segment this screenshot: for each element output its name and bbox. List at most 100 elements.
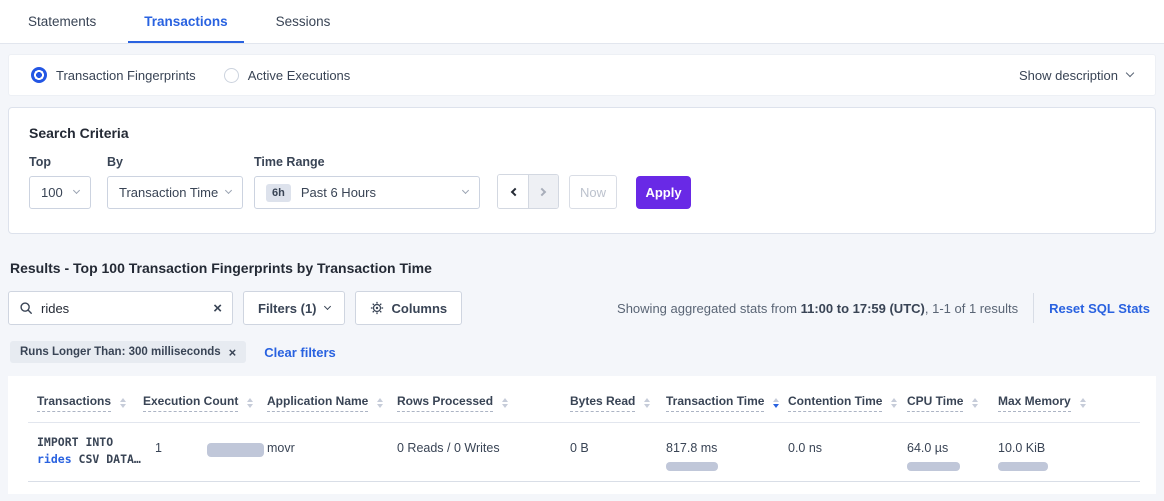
by-select[interactable]: Transaction Time (107, 176, 243, 209)
columns-button[interactable]: Columns (355, 291, 463, 325)
chevron-down-icon (225, 187, 232, 194)
sort-desc-icon (773, 398, 779, 408)
search-criteria-panel: Search Criteria Top 100 By Transaction T… (8, 107, 1156, 234)
sort-icon (502, 398, 508, 408)
column-header-application-name[interactable]: Application Name (267, 394, 397, 412)
chevron-down-icon (323, 302, 330, 309)
show-description-toggle[interactable]: Show description (1019, 68, 1133, 83)
filter-pill-label: Runs Longer Than: 300 milliseconds (20, 346, 221, 358)
time-range-value: Past 6 Hours (301, 185, 376, 200)
applied-filters-row: Runs Longer Than: 300 milliseconds × Cle… (10, 341, 1156, 363)
radio-transaction-fingerprints[interactable]: Transaction Fingerprints (31, 67, 196, 83)
column-header-max-memory[interactable]: Max Memory (998, 394, 1140, 412)
table-header-row: Transactions Execution Count Application… (28, 386, 1140, 423)
time-range-field: Time Range 6h Past 6 Hours (254, 155, 480, 209)
time-range-pager (497, 174, 559, 209)
sort-icon (120, 398, 126, 408)
max-memory-cell: 10.0 KiB (998, 434, 1140, 471)
column-header-contention-time[interactable]: Contention Time (788, 394, 907, 412)
view-mode-bar: Transaction Fingerprints Active Executio… (8, 54, 1156, 96)
column-header-rows-processed[interactable]: Rows Processed (397, 394, 570, 412)
stats-text-suffix: , 1-1 of 1 results (925, 301, 1018, 316)
radio-transaction-fingerprints-label: Transaction Fingerprints (56, 68, 196, 83)
execution-count-value: 1 (155, 441, 162, 455)
column-header-transactions[interactable]: Transactions (28, 394, 143, 412)
tab-sessions[interactable]: Sessions (260, 0, 347, 43)
radio-active-executions-label: Active Executions (248, 68, 351, 83)
clear-filters-link[interactable]: Clear filters (264, 345, 336, 360)
stats-summary: Showing aggregated stats from 11:00 to 1… (617, 293, 1156, 323)
view-mode-radio-group: Transaction Fingerprints Active Executio… (31, 67, 350, 83)
sort-icon (377, 398, 383, 408)
remove-filter-icon[interactable]: × (229, 346, 237, 359)
radio-active-executions[interactable]: Active Executions (224, 68, 351, 83)
gear-icon (370, 301, 384, 315)
top-field-label: Top (29, 155, 91, 169)
transaction-time-bar (666, 462, 718, 471)
show-description-label: Show description (1019, 68, 1118, 83)
time-range-next-button[interactable] (528, 175, 558, 208)
bytes-read-cell: 0 B (570, 434, 666, 471)
vertical-divider (1033, 293, 1034, 323)
search-criteria-title: Search Criteria (29, 125, 1135, 141)
chevron-left-icon (510, 187, 518, 195)
search-box: × (8, 291, 233, 325)
tab-statements[interactable]: Statements (12, 0, 112, 43)
now-button[interactable]: Now (569, 175, 617, 209)
cpu-time-cell: 64.0 µs (907, 434, 998, 471)
by-select-value: Transaction Time (119, 185, 218, 200)
time-range-label: Time Range (254, 155, 480, 169)
sort-icon (891, 398, 897, 408)
transaction-statement-line1: IMPORT INTO (37, 434, 143, 451)
search-term-highlight: rides (37, 452, 72, 466)
by-field: By Transaction Time (107, 155, 243, 209)
column-header-execution-count[interactable]: Execution Count (143, 394, 267, 412)
execution-count-bar (207, 443, 264, 457)
radio-unselected-icon (224, 68, 239, 83)
sort-icon (247, 398, 253, 408)
chevron-down-icon (462, 187, 469, 194)
application-name-cell: movr (267, 434, 397, 471)
apply-button[interactable]: Apply (636, 176, 691, 209)
cpu-time-value: 64.0 µs (907, 441, 998, 455)
filters-button-label: Filters (1) (258, 301, 317, 316)
filter-pill: Runs Longer Than: 300 milliseconds × (10, 341, 246, 363)
rows-processed-cell: 0 Reads / 0 Writes (397, 434, 570, 471)
column-header-transaction-time[interactable]: Transaction Time (666, 394, 788, 412)
search-criteria-form: Top 100 By Transaction Time Time Range 6… (29, 155, 1135, 209)
radio-selected-icon (31, 67, 47, 83)
search-input[interactable] (41, 301, 213, 316)
table-row: IMPORT INTO rides CSV DATA… 1 movr 0 Rea… (28, 423, 1140, 482)
columns-button-label: Columns (392, 301, 448, 316)
stats-text-prefix: Showing aggregated stats from (617, 301, 801, 316)
tab-transactions[interactable]: Transactions (128, 0, 243, 43)
time-range-select[interactable]: 6h Past 6 Hours (254, 176, 480, 209)
top-field: Top 100 (29, 155, 91, 209)
chevron-right-icon (538, 187, 546, 195)
results-table: Transactions Execution Count Application… (8, 376, 1156, 494)
results-heading: Results - Top 100 Transaction Fingerprin… (10, 260, 1156, 276)
chevron-down-icon (73, 187, 80, 194)
time-range-badge: 6h (266, 184, 291, 202)
cpu-time-bar (907, 462, 960, 471)
reset-sql-stats-link[interactable]: Reset SQL Stats (1049, 301, 1150, 316)
top-select[interactable]: 100 (29, 176, 91, 209)
column-header-cpu-time[interactable]: CPU Time (907, 394, 998, 412)
column-header-bytes-read[interactable]: Bytes Read (570, 394, 666, 412)
contention-time-cell: 0.0 ns (788, 434, 907, 471)
time-range-prev-button[interactable] (498, 175, 528, 208)
transaction-statement-line2: rides CSV DATA… (37, 451, 143, 468)
search-icon (19, 301, 33, 315)
execution-count-cell: 1 (143, 434, 267, 471)
sort-icon (644, 398, 650, 408)
clear-search-icon[interactable]: × (213, 301, 222, 316)
top-select-value: 100 (41, 185, 63, 200)
transaction-time-cell: 817.8 ms (666, 434, 788, 471)
page-tabs: Statements Transactions Sessions (0, 0, 1164, 44)
by-field-label: By (107, 155, 243, 169)
results-toolbar: × Filters (1) Columns Showing aggregated… (8, 291, 1156, 325)
max-memory-bar (998, 462, 1048, 471)
sort-icon (972, 398, 978, 408)
transaction-fingerprint-link[interactable]: IMPORT INTO rides CSV DATA… (28, 434, 143, 471)
filters-button[interactable]: Filters (1) (243, 291, 345, 325)
